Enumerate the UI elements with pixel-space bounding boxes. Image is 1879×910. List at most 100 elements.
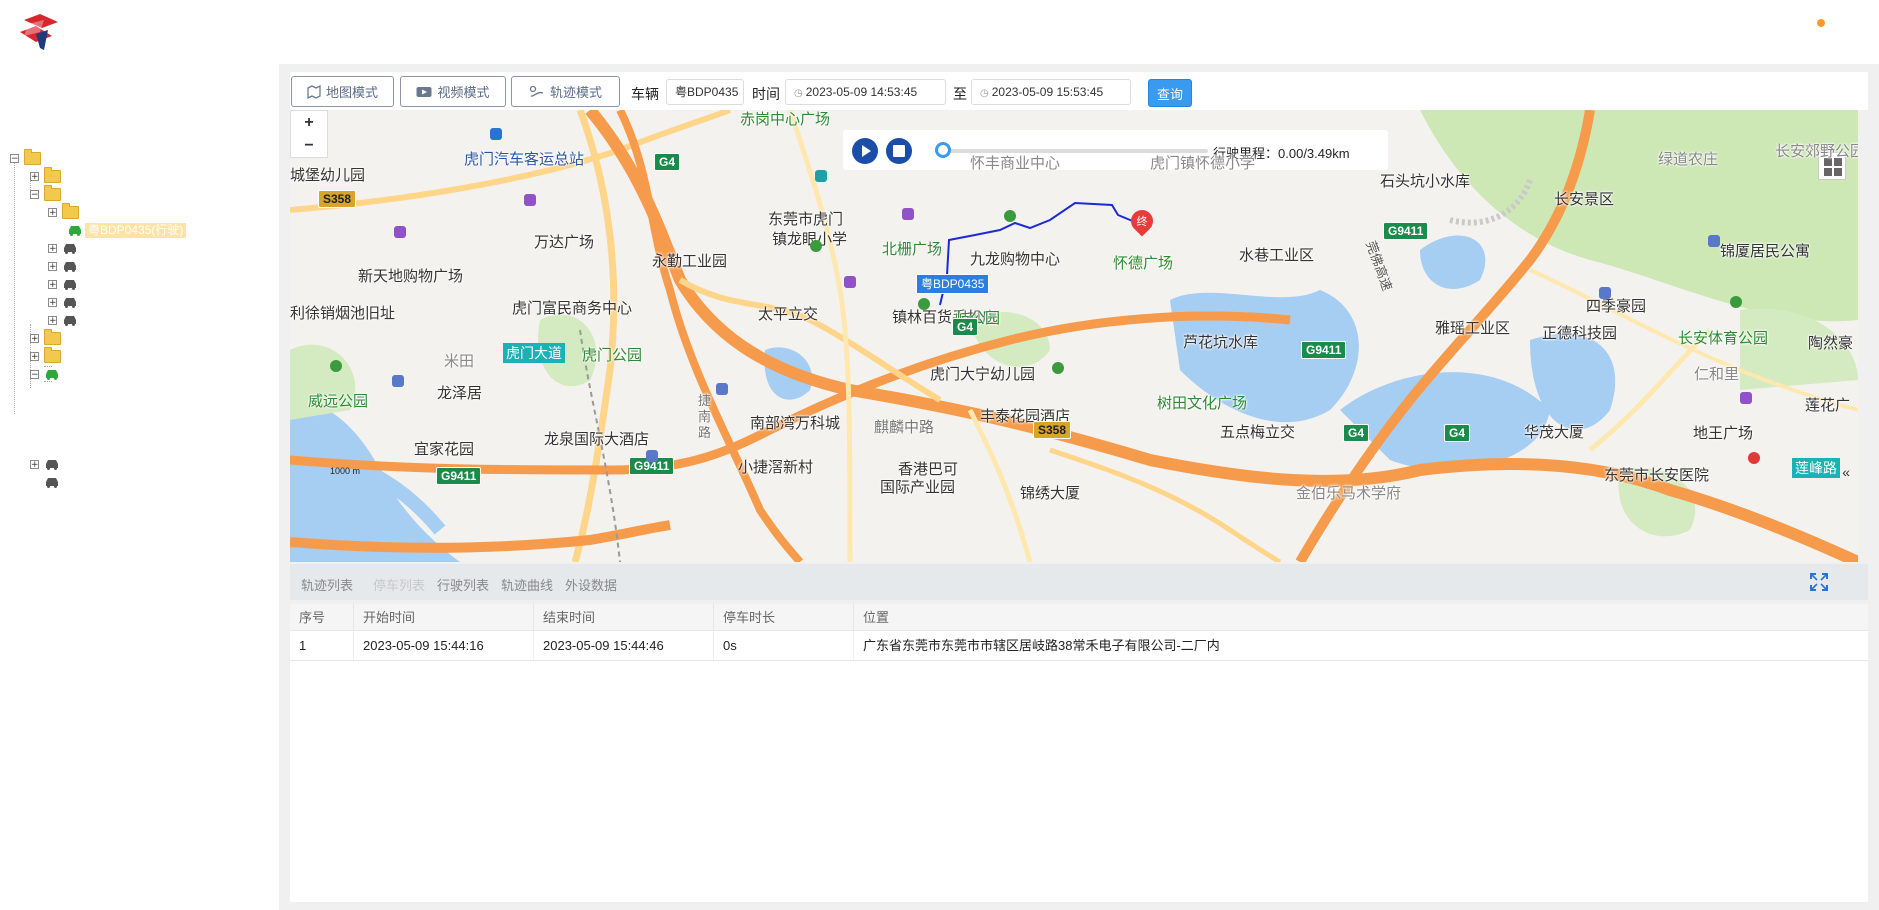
tree-node-root[interactable]: − — [10, 148, 41, 166]
map-label: 虎门大宁幼儿园 — [930, 366, 1036, 383]
road-shield: G4 — [654, 153, 681, 171]
tab-track-curve[interactable]: 轨迹曲线 — [501, 575, 553, 594]
tree-node-vehicle[interactable]: + — [48, 294, 78, 310]
car-icon — [64, 243, 76, 254]
tab-track-list[interactable]: 轨迹列表 — [301, 575, 353, 594]
map-label: 捷南路 — [698, 393, 712, 440]
playback-knob[interactable] — [935, 142, 951, 158]
tree-node-group[interactable]: + — [30, 328, 61, 346]
expand-toggle[interactable]: + — [48, 297, 57, 307]
tree-node-vehicle-group[interactable]: − — [30, 366, 60, 382]
tree-node-vehicle[interactable]: + — [48, 276, 78, 292]
collapse-toggle[interactable]: − — [10, 153, 19, 163]
map-mode-label: 地图模式 — [325, 85, 378, 100]
table-cell: 0s — [714, 631, 854, 661]
map-label: 锦绣大厦 — [1020, 485, 1081, 502]
zoom-in-button[interactable]: + — [291, 111, 327, 134]
vehicle-input[interactable]: 粤BDP0435 — [666, 79, 744, 105]
road-shield: G4 — [952, 318, 979, 336]
folder-icon — [44, 328, 61, 345]
table-cell: 1 — [290, 631, 354, 661]
tree-node-vehicle[interactable]: + — [48, 258, 78, 274]
collapse-button[interactable]: « — [1842, 464, 1850, 480]
car-icon — [64, 261, 76, 272]
map-label: 小捷滘新村 — [738, 459, 814, 476]
play-button[interactable] — [852, 138, 878, 164]
query-button[interactable]: 查询 — [1148, 79, 1192, 107]
selected-vehicle-label[interactable]: 粤BDP0435(行驶) — [85, 222, 187, 238]
folder-icon — [24, 148, 41, 165]
map-label: 宜家花园 — [414, 441, 475, 458]
tree-node-group[interactable]: + — [30, 166, 61, 184]
tree-node-vehicle[interactable]: + — [48, 312, 78, 328]
zoom-out-button[interactable]: − — [291, 134, 327, 157]
stop-button[interactable] — [886, 138, 912, 164]
expand-toggle[interactable]: + — [30, 351, 39, 361]
tree-node-selected-vehicle[interactable]: 粤BDP0435(行驶) — [62, 222, 187, 238]
map-label: 龙泉国际大酒店 — [544, 431, 650, 448]
expand-toggle[interactable]: + — [48, 279, 57, 289]
toolbar: 地图模式 视频模式 轨迹模式 车辆 粤BDP0435 时间 ◷ 2023-05-0… — [290, 72, 1868, 110]
track-mode-button[interactable]: 轨迹模式 — [511, 76, 620, 107]
expand-toggle[interactable]: + — [48, 315, 57, 325]
bus-station-icon — [490, 128, 502, 140]
vehicle-position-tag[interactable]: 粤BDP0435 — [916, 274, 990, 294]
map-label: 树田文化广场 — [1157, 395, 1248, 412]
map-label: 陶然豪 — [1808, 335, 1854, 352]
fullscreen-icon[interactable] — [1810, 573, 1828, 591]
tab-driving-list[interactable]: 行驶列表 — [437, 575, 489, 594]
car-icon-online — [46, 369, 58, 380]
shopping-icon — [844, 276, 856, 288]
car-icon — [64, 279, 76, 290]
start-time-input[interactable]: ◷ 2023-05-09 14:53:45 — [785, 79, 946, 105]
map-label: 国际产业园 — [880, 479, 956, 496]
map-label: 长安郊野公园 — [1775, 143, 1858, 160]
column-header: 停车时长 — [714, 604, 854, 631]
end-time-input[interactable]: ◷ 2023-05-09 15:53:45 — [971, 79, 1131, 105]
tree-node-vehicle[interactable]: + — [48, 240, 78, 256]
map-label: 华茂大厦 — [1524, 424, 1585, 441]
mileage-value: 0.00/3.49km — [1278, 146, 1350, 161]
map-label: 龙泽居 — [437, 385, 483, 402]
expand-toggle[interactable]: + — [30, 171, 39, 181]
tree-icon — [1004, 210, 1016, 222]
tree-icon — [810, 240, 822, 252]
map-label: 九龙购物中心 — [970, 251, 1061, 268]
map-view[interactable]: + − 行驶里程：0.00/3.49km 虎门汽车客运总站 赤岗中心广场 东莞市… — [290, 110, 1858, 562]
table-cell: 广东省东莞市东莞市市辖区居岐路38常禾电子有限公司-二厂内 — [854, 631, 1868, 661]
collapse-toggle[interactable]: − — [30, 189, 39, 199]
tree-icon — [1730, 296, 1742, 308]
to-label: 至 — [953, 86, 967, 102]
shopping-icon — [902, 208, 914, 220]
map-label: 东莞市长安医院 — [1604, 467, 1710, 484]
tree-icon — [918, 298, 930, 310]
tab-parking-list[interactable]: 停车列表 — [373, 575, 425, 594]
map-label: 虎门富民商务中心 — [512, 300, 633, 317]
expand-toggle[interactable]: + — [30, 333, 39, 343]
tree-node-group[interactable]: − — [30, 184, 61, 202]
map-label: 城堡幼儿园 — [290, 167, 366, 184]
map-label: 金伯乐马术学府 — [1296, 485, 1402, 502]
expand-toggle[interactable]: + — [48, 207, 57, 217]
video-mode-button[interactable]: 视频模式 — [400, 76, 506, 107]
expand-toggle[interactable]: + — [48, 243, 57, 253]
tree-node-vehicle[interactable]: + — [30, 456, 60, 472]
tree-node-vehicle[interactable] — [44, 474, 60, 490]
expand-toggle[interactable]: + — [48, 261, 57, 271]
tab-peripheral-data[interactable]: 外设数据 — [565, 575, 617, 594]
tree-node-group[interactable]: + — [30, 346, 61, 364]
collapse-toggle[interactable]: − — [30, 369, 39, 379]
map-label: 莲峰路 — [1792, 458, 1840, 478]
map-label: 虎门汽车客运总站 — [464, 151, 585, 168]
car-icon — [64, 297, 76, 308]
folder-icon — [44, 184, 61, 201]
map-label: 东莞市虎门 — [768, 211, 844, 228]
main-panel: 地图模式 视频模式 轨迹模式 车辆 粤BDP0435 时间 ◷ 2023-05-0… — [279, 64, 1879, 910]
tree-node-subgroup[interactable]: + — [48, 202, 79, 220]
map-label: 芦花坑水库 — [1183, 334, 1259, 351]
column-header: 开始时间 — [354, 604, 534, 631]
expand-toggle[interactable]: + — [30, 459, 39, 469]
clock-icon: ◷ — [980, 88, 989, 99]
map-mode-button[interactable]: 地图模式 — [291, 76, 394, 107]
map-label: 南部湾万科城 — [750, 415, 841, 432]
